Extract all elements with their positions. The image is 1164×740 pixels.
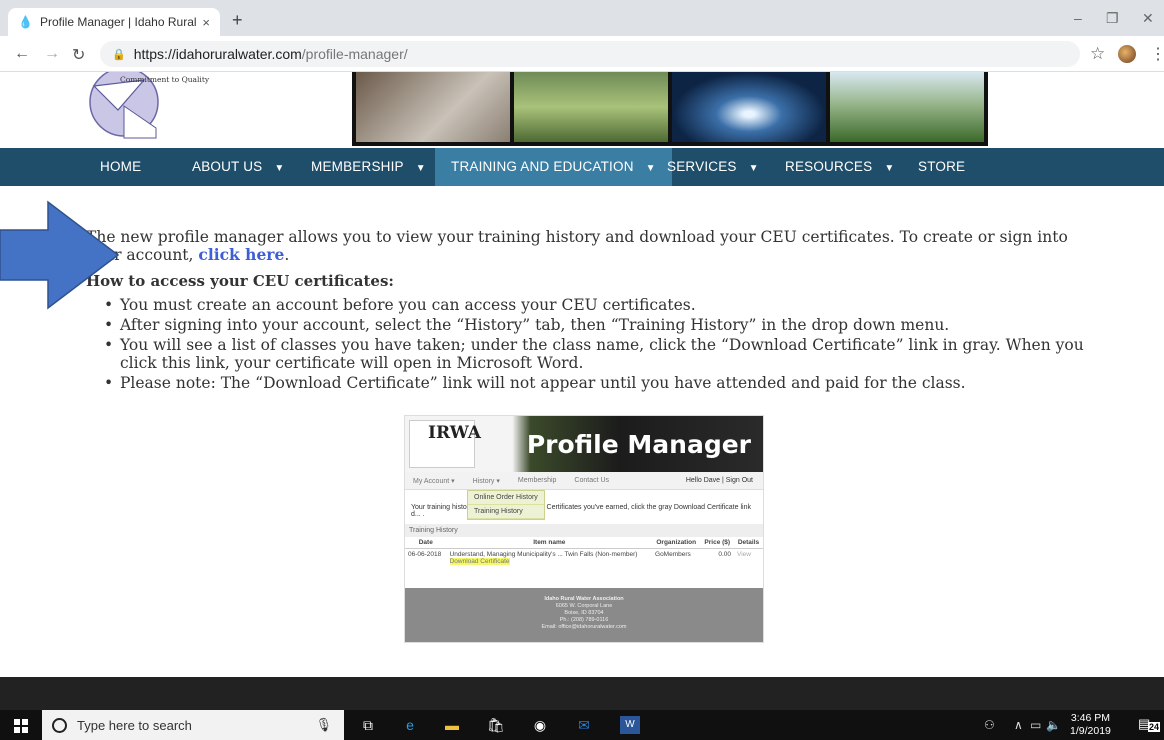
microphone-icon[interactable]: 🎙 bbox=[315, 717, 332, 733]
pm-title: Profile Manager bbox=[526, 430, 751, 459]
blue-arrow-annotation bbox=[0, 200, 120, 310]
irwa-logo[interactable]: Commitment to Quality bbox=[84, 72, 244, 146]
url-input[interactable]: 🔒 https://idahoruralwater.com/profile-ma… bbox=[100, 41, 1080, 67]
site-header: Commitment to Quality bbox=[0, 72, 1164, 148]
list-item: Please note: The “Download Certificate” … bbox=[100, 374, 1096, 392]
file-explorer-icon[interactable]: ▬ bbox=[442, 716, 462, 734]
banner-photo-irrigation bbox=[830, 72, 984, 142]
list-item: You will see a list of classes you have … bbox=[100, 336, 1096, 372]
caret-down-icon: ▼ bbox=[645, 163, 656, 174]
browser-tab-bar: 💧 Profile Manager | Idaho Rural Wa × + –… bbox=[0, 0, 1164, 36]
list-item: You must create an account before you ca… bbox=[100, 296, 1096, 314]
forward-icon[interactable]: → bbox=[44, 45, 60, 63]
back-icon[interactable]: ← bbox=[14, 45, 30, 63]
pm-irwa-logo: IRWA bbox=[409, 420, 481, 468]
ceu-heading: How to access your CEU certificates: bbox=[86, 272, 394, 290]
word-icon[interactable]: W bbox=[620, 716, 640, 734]
volume-icon[interactable]: 🔈 bbox=[1046, 718, 1061, 732]
nav-about-us[interactable]: ABOUT US ▼ bbox=[192, 148, 284, 186]
caret-down-icon: ▼ bbox=[884, 163, 895, 174]
outlook-icon[interactable]: ✉ bbox=[574, 716, 594, 734]
new-tab-button[interactable]: + bbox=[232, 10, 243, 31]
reload-icon[interactable]: ↻ bbox=[72, 45, 85, 65]
pm-section-title: Training History bbox=[405, 524, 763, 537]
url-path: /profile-manager/ bbox=[301, 46, 408, 62]
edge-icon[interactable]: e bbox=[400, 716, 420, 734]
banner-photo-water-drop bbox=[672, 72, 826, 142]
pm-history-dropdown: Online Order History Training History bbox=[467, 490, 545, 520]
nav-resources[interactable]: RESOURCES ▼ bbox=[785, 148, 894, 186]
store-icon[interactable]: 🛍 bbox=[486, 716, 506, 734]
pm-text: Your training history ... d copies of th… bbox=[411, 504, 751, 518]
site-footer-band bbox=[0, 677, 1164, 710]
nav-membership[interactable]: MEMBERSHIP ▼ bbox=[311, 148, 426, 186]
tab-title: Profile Manager | Idaho Rural Wa bbox=[40, 15, 197, 29]
close-tab-icon[interactable]: × bbox=[202, 15, 210, 30]
caret-down-icon: ▼ bbox=[748, 163, 759, 174]
chrome-icon[interactable]: ◉ bbox=[530, 716, 550, 734]
intro-paragraph: The new profile manager allows you to vi… bbox=[86, 228, 1068, 264]
nav-home[interactable]: HOME bbox=[100, 148, 141, 186]
minimize-icon[interactable]: – bbox=[1074, 10, 1082, 26]
pm-menu: My Account ▾ History ▾ Membership Contac… bbox=[405, 472, 763, 490]
taskbar-search-input[interactable]: Type here to search 🎙 bbox=[42, 710, 344, 740]
tray-chevron-icon[interactable]: ∧ bbox=[1014, 718, 1023, 732]
nav-store[interactable]: STORE bbox=[918, 148, 965, 186]
restore-icon[interactable]: ❐ bbox=[1106, 10, 1119, 27]
pm-table: Date Item name Organization Price ($) De… bbox=[405, 537, 763, 567]
network-icon[interactable]: ▭ bbox=[1030, 718, 1041, 732]
windows-start-icon[interactable] bbox=[14, 719, 28, 733]
cortana-icon bbox=[52, 717, 67, 733]
list-item: After signing into your account, select … bbox=[100, 316, 1096, 334]
caret-down-icon: ▼ bbox=[274, 163, 285, 174]
main-nav: HOME ABOUT US ▼ MEMBERSHIP ▼ TRAINING AND … bbox=[0, 148, 1164, 186]
favicon-icon: 💧 bbox=[18, 15, 33, 29]
instructions-list: You must create an account before you ca… bbox=[86, 296, 1096, 392]
banner-photo-water-hands bbox=[356, 72, 510, 142]
bookmark-star-icon[interactable]: ☆ bbox=[1090, 44, 1105, 64]
window-close-icon[interactable]: ✕ bbox=[1142, 10, 1154, 27]
menu-kebab-icon[interactable]: ⋮ bbox=[1150, 44, 1164, 64]
url-host: https://idahoruralwater.com bbox=[133, 46, 302, 62]
address-bar-row: ← → ↻ 🔒 https://idahoruralwater.com/prof… bbox=[0, 36, 1164, 72]
task-view-icon[interactable]: ⧉ bbox=[358, 716, 378, 734]
main-content: The new profile manager allows you to vi… bbox=[86, 228, 1096, 394]
header-banner bbox=[352, 72, 988, 146]
pm-header: IRWA Profile Manager bbox=[405, 416, 763, 472]
profile-manager-screenshot: IRWA Profile Manager My Account ▾ Histor… bbox=[404, 415, 764, 643]
people-icon[interactable]: ⚇ bbox=[984, 718, 995, 732]
table-row: 06-06-2018 Understand, Managing Municipa… bbox=[408, 551, 751, 565]
click-here-link[interactable]: click here bbox=[198, 245, 284, 264]
browser-tab[interactable]: 💧 Profile Manager | Idaho Rural Wa × bbox=[8, 8, 220, 36]
pm-footer: Idaho Rural Water Association 6065 W. Co… bbox=[405, 588, 763, 642]
profile-avatar[interactable] bbox=[1118, 45, 1136, 63]
windows-taskbar: Type here to search 🎙 ⧉ e ▬ 🛍 ◉ ✉ W ⚇ ∧ … bbox=[0, 710, 1164, 740]
logo-tagline: Commitment to Quality bbox=[120, 75, 210, 84]
lock-icon: 🔒 bbox=[112, 48, 126, 61]
taskbar-clock[interactable]: 3:46 PM 1/9/2019 bbox=[1070, 712, 1111, 738]
nav-training-and-education[interactable]: TRAINING AND EDUCATION ▼ bbox=[435, 148, 672, 186]
notification-center-icon[interactable]: ▤ 24 bbox=[1138, 716, 1161, 734]
banner-photo-children-sprinkler bbox=[514, 72, 668, 142]
nav-services[interactable]: SERVICES ▼ bbox=[667, 148, 759, 186]
caret-down-icon: ▼ bbox=[415, 163, 426, 174]
